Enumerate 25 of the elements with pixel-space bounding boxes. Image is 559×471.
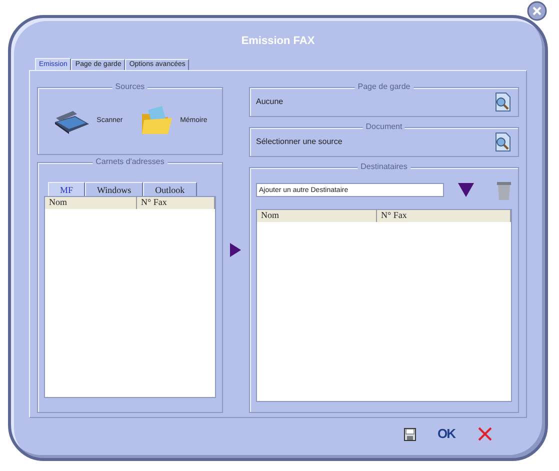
- scanner-icon: [52, 108, 91, 134]
- tab[interactable]: Windows: [85, 182, 144, 196]
- column-header[interactable]: Nom: [257, 210, 377, 222]
- document-search-icon[interactable]: [494, 132, 512, 152]
- column-header[interactable]: N° Fax: [137, 197, 215, 209]
- window-title: Emission FAX: [241, 34, 315, 49]
- cancel-button[interactable]: [477, 426, 493, 442]
- group-title: Document: [362, 122, 406, 132]
- tab[interactable]: MF: [48, 182, 86, 196]
- close-icon[interactable]: [527, 1, 547, 21]
- add-arrow-icon[interactable]: [230, 243, 242, 257]
- field-value: Aucune: [256, 96, 284, 108]
- group-title: Sources: [112, 82, 148, 92]
- save-button[interactable]: [404, 428, 416, 440]
- tab[interactable]: Outlook: [143, 182, 197, 196]
- column-header[interactable]: Nom: [45, 197, 137, 209]
- ok-button[interactable]: OK: [438, 427, 455, 441]
- column-header[interactable]: N° Fax: [377, 210, 511, 222]
- group-title: Destinataires: [358, 162, 410, 172]
- folder-icon: [140, 106, 174, 136]
- document-search-icon[interactable]: [494, 92, 512, 112]
- group-title: Carnets d'adresses: [92, 157, 168, 167]
- group-title: Page de garde: [354, 82, 414, 92]
- down-arrow-icon[interactable]: [458, 183, 474, 197]
- field-value: Sélectionner une source: [256, 136, 342, 148]
